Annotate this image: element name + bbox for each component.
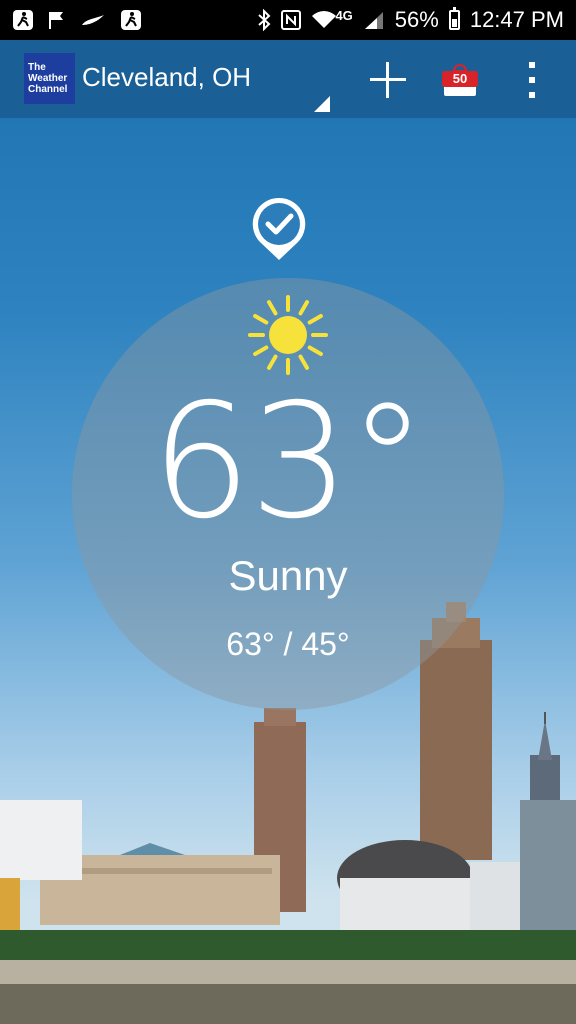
sun-ray [267,300,278,316]
sun-ray [307,314,323,325]
network-type: 4G [335,7,353,23]
signal-icon [364,12,383,29]
sun-ray [298,354,309,370]
sun-ray [298,300,309,316]
battery-icon [448,7,460,30]
wifi-icon [312,11,337,28]
swoosh-icon [82,15,104,25]
battery-percent: 56% [394,7,439,32]
walk-icon [121,10,141,30]
overflow-menu-button[interactable] [524,60,540,100]
status-bar: 4G 56% 12:47 PM [0,0,576,40]
location-title[interactable]: Cleveland, OH [82,62,251,93]
app-bar: The Weather Channel Cleveland, OH [0,40,576,118]
gift-button[interactable]: 50 [442,64,478,98]
current-temperature: 63° [150,370,427,554]
location-dropdown-icon[interactable] [314,96,330,112]
weather-condition: Sunny [228,552,348,599]
sun-ray [307,345,323,356]
sun-icon [248,295,328,375]
sun-ray [253,314,269,325]
bluetooth-icon [258,9,271,31]
sun-ray [253,345,269,356]
flag-icon [49,12,63,29]
clock: 12:47 PM [469,7,564,32]
gift-count-badge: 50 [442,71,478,87]
nfc-icon [281,10,302,30]
walk-icon [13,10,33,30]
sun-ray [267,354,278,370]
high-low-temperature: 63° / 45° [226,626,350,662]
weather-channel-logo[interactable]: The Weather Channel [24,53,75,104]
location-check-icon [252,197,306,260]
add-location-button[interactable] [366,58,410,102]
